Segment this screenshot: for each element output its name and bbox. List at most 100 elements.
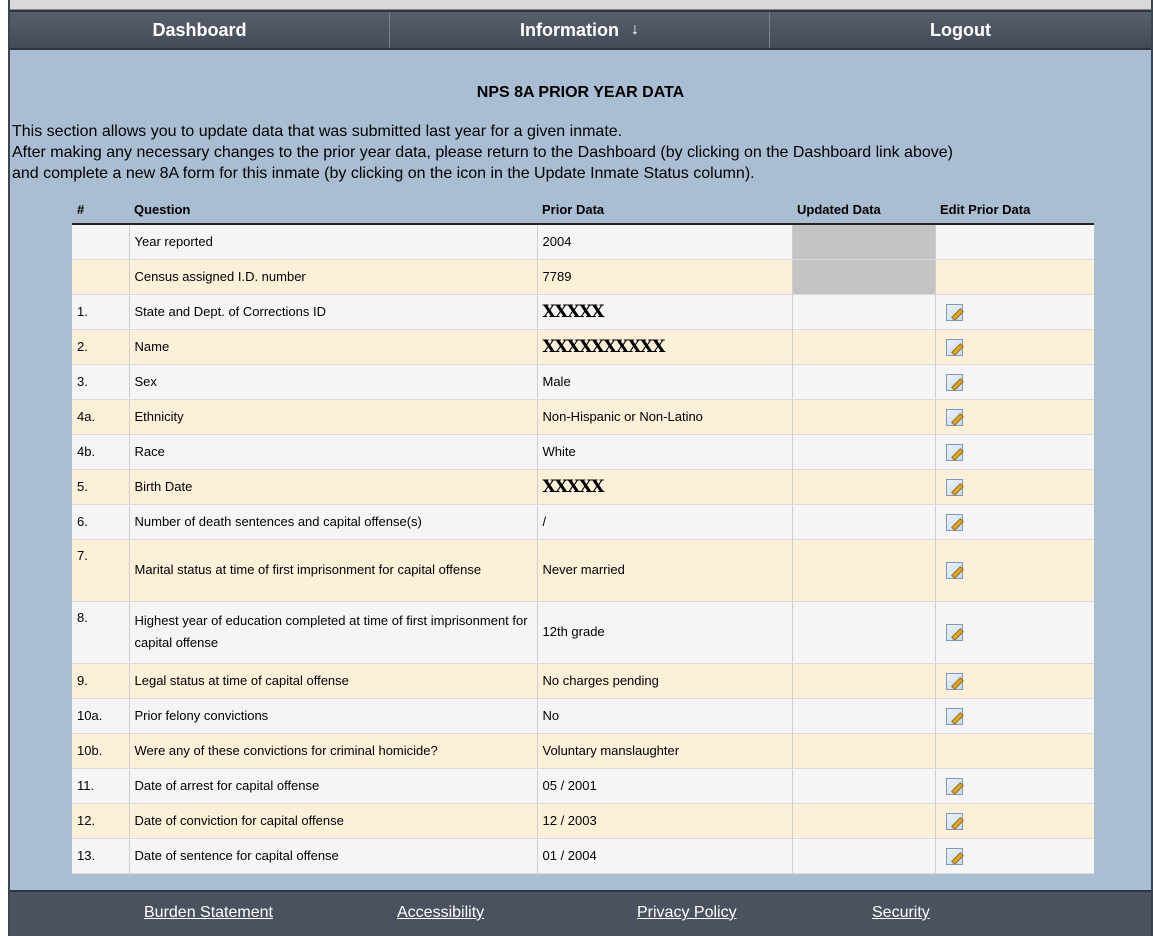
row-question: Date of sentence for capital offense: [129, 838, 538, 874]
edit-pencil-icon[interactable]: [945, 812, 963, 830]
edit-pencil-icon[interactable]: [945, 373, 963, 391]
table-row: 11. Date of arrest for capital offense 05 …: [72, 768, 1094, 804]
footer-burden-statement-link[interactable]: Burden Statement: [144, 904, 273, 922]
footer-accessibility-link[interactable]: Accessibility: [397, 904, 484, 922]
row-number: [72, 224, 130, 260]
row-updated-data: [792, 434, 936, 470]
edit-pencil-icon[interactable]: [945, 443, 963, 461]
main-nav: Dashboard Information ↓ Logout: [10, 10, 1151, 50]
row-prior-data: 12th grade: [537, 601, 793, 664]
nav-dashboard-label: Dashboard: [152, 19, 247, 40]
row-edit-cell: [935, 768, 1094, 804]
row-edit-cell: [935, 539, 1094, 602]
edit-pencil-icon[interactable]: [945, 777, 963, 795]
edit-pencil-icon[interactable]: [945, 338, 963, 356]
row-number: 13.: [72, 838, 130, 874]
row-question: State and Dept. of Corrections ID: [129, 294, 538, 330]
row-prior-data: No charges pending: [537, 663, 793, 699]
edit-pencil-icon[interactable]: [945, 303, 963, 321]
row-number: 11.: [72, 768, 130, 804]
row-number: 2.: [72, 329, 130, 365]
header-num: #: [72, 197, 129, 225]
table-header-row: # Question Prior Data Updated Data Edit …: [72, 197, 1094, 225]
row-updated-data: [792, 469, 936, 505]
table-row: 4a. Ethnicity Non-Hispanic or Non-Latino: [72, 399, 1094, 435]
row-prior-data: 2004: [537, 224, 793, 260]
edit-pencil-icon[interactable]: [945, 847, 963, 865]
row-edit-cell: [935, 838, 1094, 874]
row-edit-cell: [935, 698, 1094, 734]
row-prior-data: No: [537, 698, 793, 734]
row-number: 9.: [72, 663, 130, 699]
row-question: Date of arrest for capital offense: [129, 768, 538, 804]
edit-pencil-icon[interactable]: [945, 408, 963, 426]
row-updated-data: [792, 601, 936, 664]
intro-line: After making any necessary changes to th…: [12, 144, 953, 161]
row-question: Number of death sentences and capital of…: [129, 504, 538, 540]
row-updated-data: [792, 768, 936, 804]
row-prior-data: XXXXX: [537, 294, 793, 330]
table-row: 4b. Race White: [72, 434, 1094, 470]
nav-dashboard-link[interactable]: Dashboard: [10, 12, 390, 48]
row-question: Highest year of education completed at t…: [129, 601, 538, 664]
nav-logout-link[interactable]: Logout: [770, 12, 1151, 48]
row-number: 12.: [72, 803, 130, 839]
row-question: Prior felony convictions: [129, 698, 538, 734]
row-edit-cell: [935, 733, 1094, 769]
row-number: 4b.: [72, 434, 130, 470]
page-frame: Dashboard Information ↓ Logout NPS 8A PR…: [8, 0, 1153, 936]
row-updated-data: [792, 733, 936, 769]
row-edit-cell: [935, 224, 1094, 260]
row-updated-data: [792, 698, 936, 734]
row-number: 8.: [72, 601, 130, 664]
table-row: 5. Birth Date XXXXX: [72, 469, 1094, 505]
edit-pencil-icon[interactable]: [945, 562, 963, 580]
row-number: 1.: [72, 294, 130, 330]
row-number: 4a.: [72, 399, 130, 435]
row-question: Legal status at time of capital offense: [129, 663, 538, 699]
row-question: Marital status at time of first imprison…: [129, 539, 538, 602]
table-row: 7. Marital status at time of first impris…: [72, 539, 1094, 602]
table-row: 9. Legal status at time of capital offens…: [72, 663, 1094, 699]
row-edit-cell: [935, 364, 1094, 400]
row-updated-data: [792, 399, 936, 435]
footer-security-link[interactable]: Security: [872, 904, 930, 922]
row-prior-data: /: [537, 504, 793, 540]
row-number: 7.: [72, 539, 130, 602]
table-row: 1. State and Dept. of Corrections ID XXXXX: [72, 294, 1094, 330]
edit-pencil-icon[interactable]: [945, 513, 963, 531]
row-prior-data: 12 / 2003: [537, 803, 793, 839]
row-edit-cell: [935, 601, 1094, 664]
prior-data-table: # Question Prior Data Updated Data Edit …: [72, 197, 1094, 874]
nav-information-menu[interactable]: Information ↓: [390, 12, 770, 48]
edit-pencil-icon[interactable]: [945, 478, 963, 496]
row-question: Were any of these convictions for crimin…: [129, 733, 538, 769]
table-row: 6. Number of death sentences and capital …: [72, 504, 1094, 540]
row-question: Year reported: [129, 224, 538, 260]
edit-pencil-icon[interactable]: [945, 624, 963, 642]
row-updated-data: [792, 663, 936, 699]
edit-pencil-icon[interactable]: [945, 707, 963, 725]
table-row: 12. Date of conviction for capital offens…: [72, 803, 1094, 839]
row-prior-data: Never married: [537, 539, 793, 602]
row-number: 5.: [72, 469, 130, 505]
arrow-down-icon: ↓: [631, 21, 639, 38]
table-row: 13. Date of sentence for capital offense 0…: [72, 838, 1094, 874]
row-prior-data: XXXXXXXXXX: [537, 329, 793, 365]
table-row: 10b. Were any of these convictions for cr…: [72, 733, 1094, 769]
row-question: Date of conviction for capital offense: [129, 803, 538, 839]
row-edit-cell: [935, 663, 1094, 699]
row-question: Sex: [129, 364, 538, 400]
row-edit-cell: [935, 504, 1094, 540]
row-edit-cell: [935, 329, 1094, 365]
row-updated-data: [792, 259, 936, 295]
header-edit-prior-data: Edit Prior Data: [935, 197, 1094, 225]
nav-information-label: Information: [520, 19, 619, 40]
row-updated-data: [792, 294, 936, 330]
row-updated-data: [792, 504, 936, 540]
table-row: Year reported 2004: [72, 224, 1094, 260]
edit-pencil-icon[interactable]: [945, 672, 963, 690]
row-updated-data: [792, 329, 936, 365]
row-edit-cell: [935, 469, 1094, 505]
footer-privacy-policy-link[interactable]: Privacy Policy: [637, 904, 737, 922]
